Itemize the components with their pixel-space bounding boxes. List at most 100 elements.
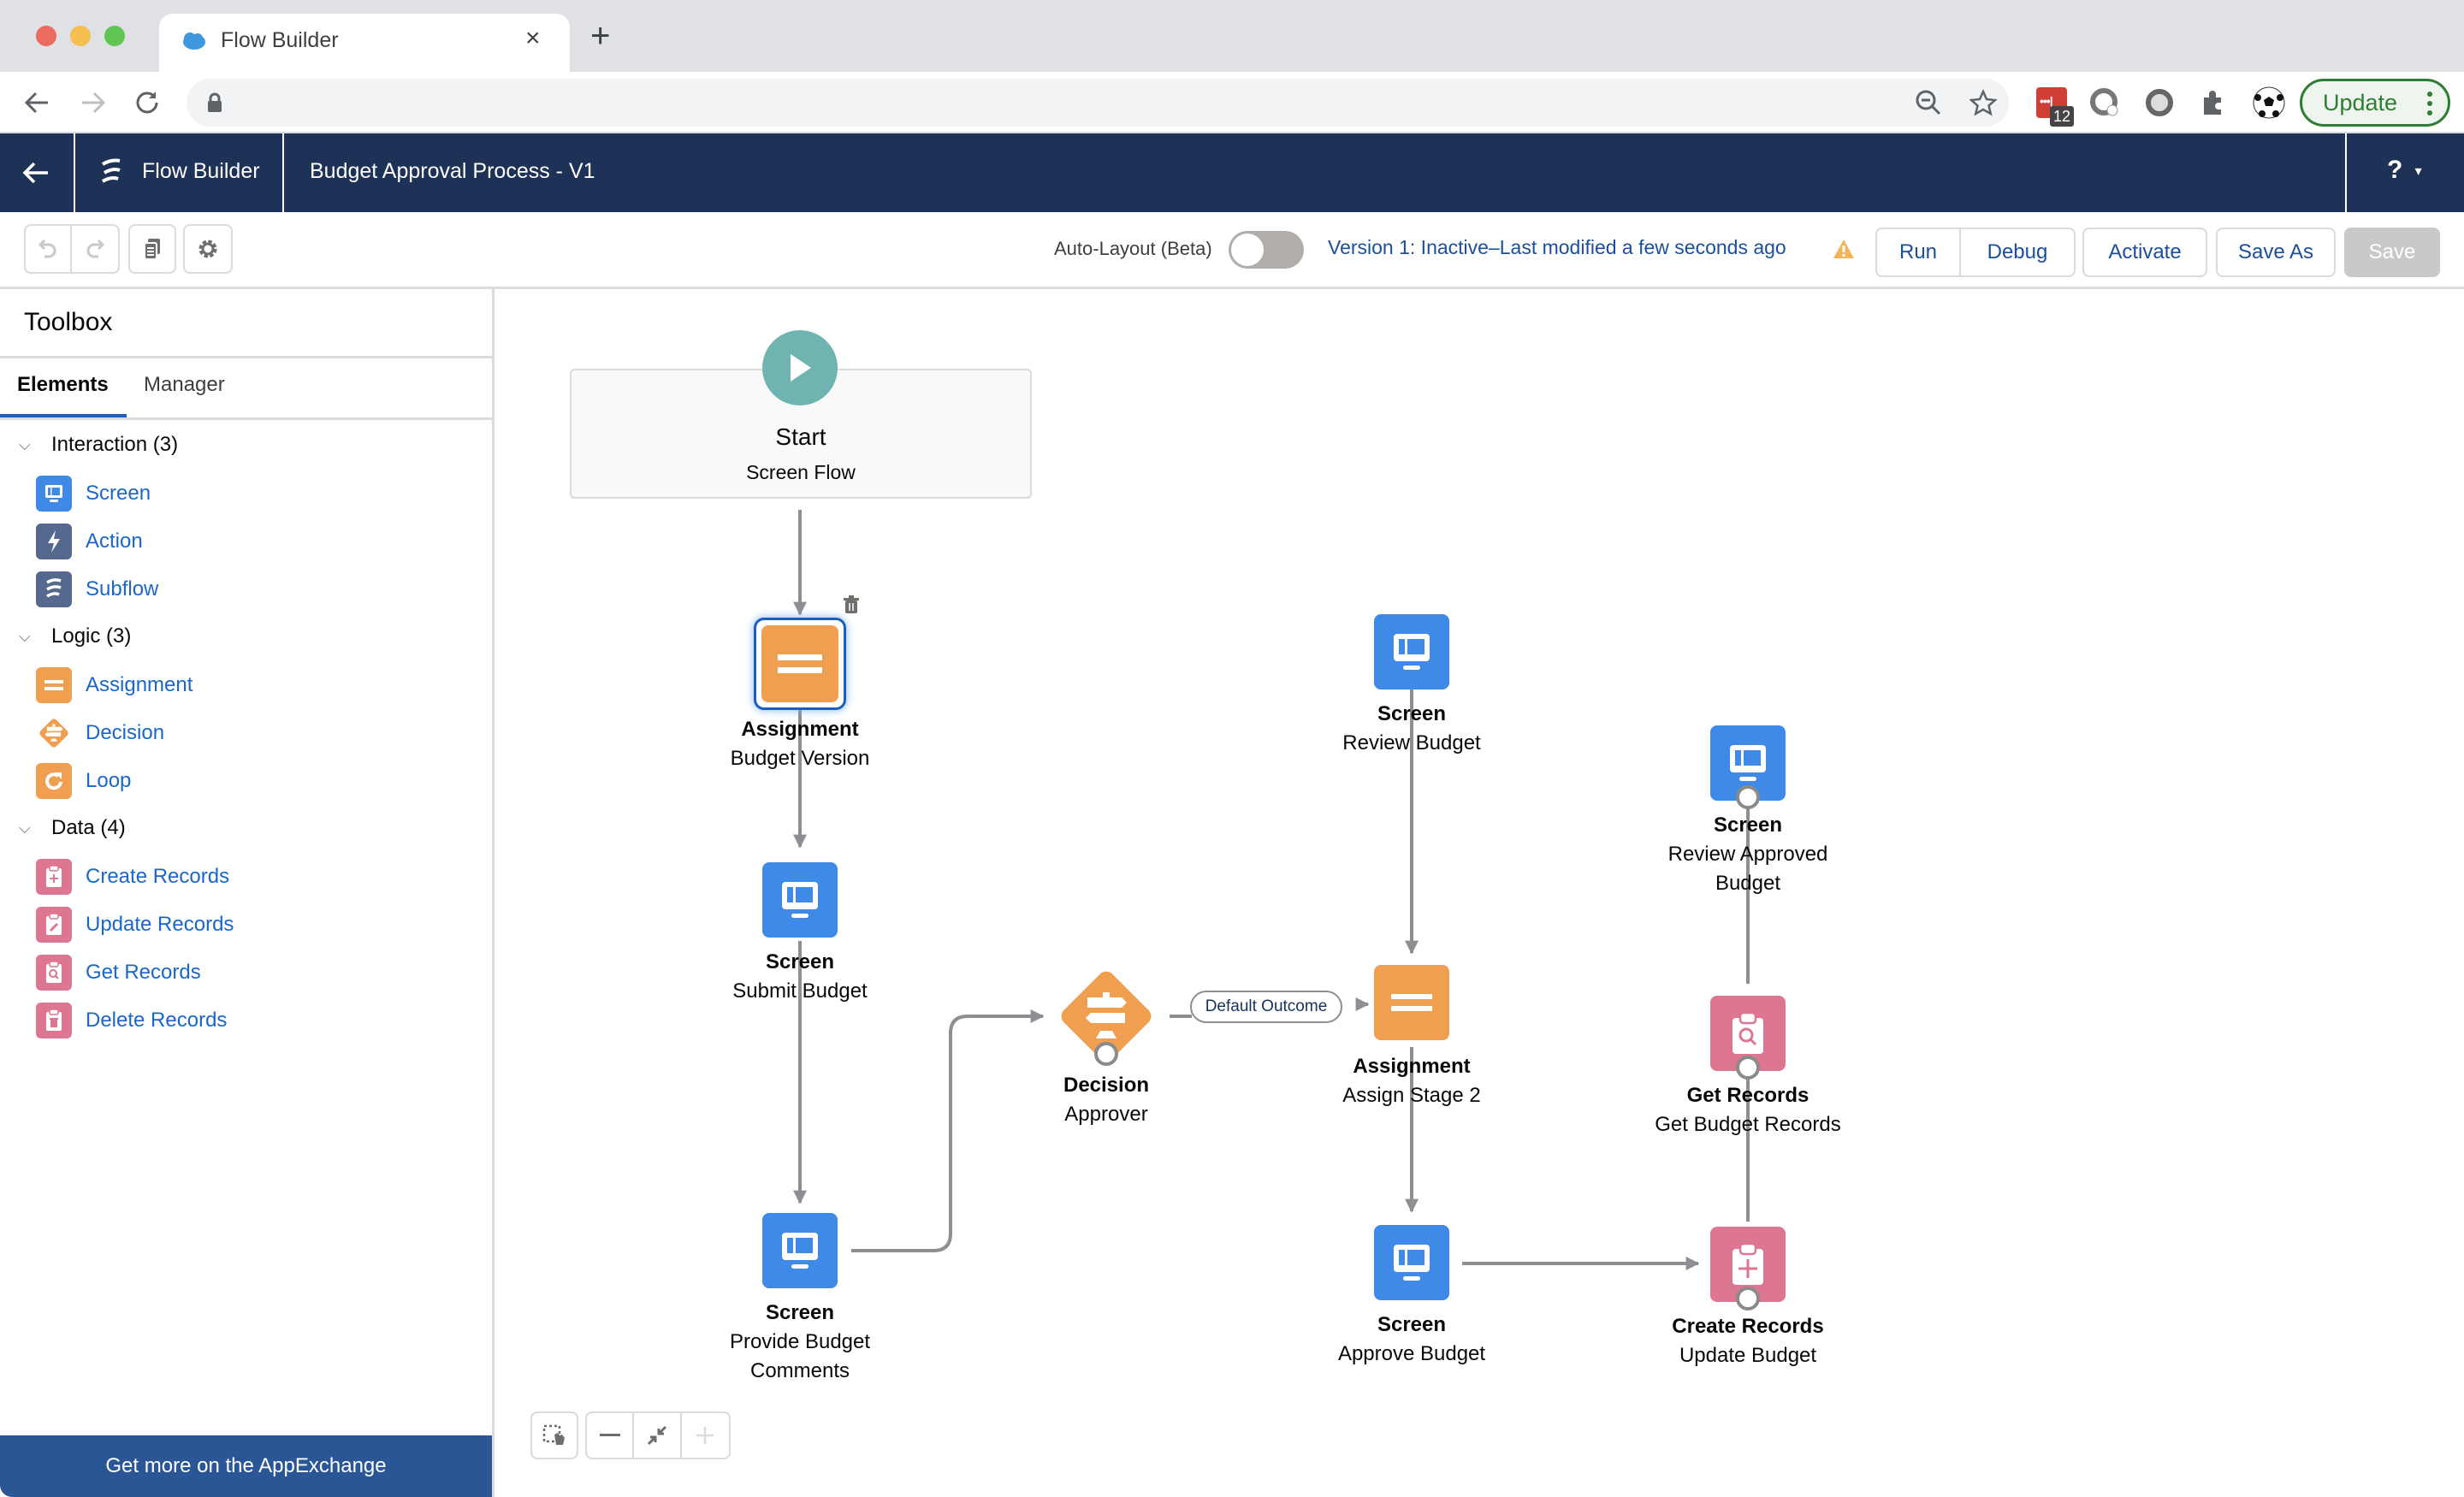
save-as-button[interactable]: Save As	[2216, 228, 2336, 277]
marquee-select-button[interactable]	[530, 1411, 578, 1459]
screen-icon	[1394, 634, 1430, 670]
auto-layout-toggle[interactable]	[1229, 231, 1304, 269]
section-label: Logic (3)	[51, 624, 132, 648]
help-menu-button[interactable]: ? ▾	[2387, 156, 2422, 185]
node-assignment-assign-stage-2[interactable]	[1374, 965, 1449, 1040]
redo-button[interactable]	[72, 226, 118, 272]
record-update-icon	[36, 907, 72, 943]
forward-icon[interactable]	[80, 91, 106, 115]
header-divider	[282, 133, 284, 212]
default-outcome-label[interactable]: Default Outcome	[1190, 991, 1342, 1023]
item-label: Delete Records	[86, 1009, 228, 1032]
fit-to-view-button[interactable]	[634, 1413, 682, 1458]
toolbox-item-update-records[interactable]: Update Records	[36, 907, 234, 943]
divider	[0, 417, 492, 420]
warning-icon[interactable]	[1833, 238, 1855, 260]
extension-circle-icon[interactable]	[2144, 87, 2175, 118]
node-label: Screen Review Budget	[1342, 702, 1481, 754]
start-title: Start	[775, 423, 826, 450]
toolbox-item-get-records[interactable]: Get Records	[36, 955, 201, 991]
run-button[interactable]: Run	[1877, 229, 1961, 275]
extension-ring-icon[interactable]	[2089, 87, 2120, 118]
section-data[interactable]: ⌵ Data (4)	[19, 816, 126, 840]
item-label: Decision	[86, 721, 165, 744]
node-screen-submit-budget[interactable]	[762, 862, 838, 938]
contract-icon	[647, 1425, 667, 1446]
zoom-controls	[585, 1411, 731, 1459]
marquee-select-icon	[532, 1413, 577, 1458]
record-create-icon	[1732, 1242, 1763, 1285]
new-tab-button[interactable]: +	[590, 19, 610, 53]
zoom-out-icon[interactable]	[1915, 89, 1942, 116]
back-arrow-icon[interactable]	[22, 161, 50, 185]
toolbox-item-decision[interactable]: Decision	[36, 715, 164, 751]
trash-icon[interactable]	[843, 595, 860, 614]
screen-icon	[1394, 1245, 1430, 1281]
toolbox-item-loop[interactable]: Loop	[36, 763, 131, 799]
signpost-icon	[36, 715, 72, 751]
undo-button[interactable]	[26, 226, 73, 272]
toolbox-item-action[interactable]: Action	[36, 524, 143, 559]
section-logic[interactable]: ⌵ Logic (3)	[19, 624, 131, 648]
tab-manager[interactable]: Manager	[144, 373, 225, 397]
node-assignment-budget-version[interactable]	[754, 618, 846, 710]
equals-icon	[36, 667, 72, 703]
node-label: Create Records Update Budget	[1672, 1315, 1824, 1367]
reload-icon[interactable]	[133, 89, 161, 116]
back-icon[interactable]	[24, 91, 50, 115]
window-minimize-button[interactable]	[70, 26, 91, 46]
toggle-knob	[1231, 234, 1264, 266]
toolbox-item-create-records[interactable]: Create Records	[36, 859, 229, 895]
tab-close-button[interactable]: ×	[525, 24, 541, 53]
connector-endpoint[interactable]	[1736, 1056, 1760, 1080]
item-label: Action	[86, 530, 143, 553]
zoom-in-button[interactable]	[682, 1413, 729, 1458]
appexchange-button[interactable]: Get more on the AppExchange	[0, 1435, 492, 1497]
flow-properties-button[interactable]	[183, 224, 233, 274]
activate-button[interactable]: Activate	[2082, 228, 2207, 277]
section-label: Interaction (3)	[51, 433, 179, 456]
window-close-button[interactable]	[36, 26, 56, 46]
node-label: Get Records Get Budget Records	[1655, 1084, 1841, 1136]
connector-endpoint[interactable]	[1094, 1042, 1118, 1066]
node-label: Screen Approve Budget	[1337, 1313, 1486, 1365]
flow-icon	[36, 571, 72, 607]
save-button[interactable]: Save	[2344, 228, 2440, 277]
loop-icon	[36, 763, 72, 799]
toolbox-item-delete-records[interactable]: Delete Records	[36, 1003, 227, 1038]
section-interaction[interactable]: ⌵ Interaction (3)	[19, 433, 178, 457]
browser-tab[interactable]: Flow Builder ×	[159, 14, 570, 72]
window-maximize-button[interactable]	[104, 26, 125, 46]
toolbox-title: Toolbox	[24, 308, 113, 336]
extensions-puzzle-icon[interactable]	[2199, 87, 2230, 118]
version-status[interactable]: Version 1: Inactive–Last modified a few …	[1328, 236, 1786, 259]
section-label: Data (4)	[51, 816, 126, 839]
chevron-down-icon: ⌵	[19, 627, 31, 645]
tab-elements[interactable]: Elements	[17, 373, 109, 397]
node-screen-review-budget[interactable]	[1374, 614, 1449, 689]
address-bar[interactable]	[187, 79, 2009, 127]
zoom-out-button[interactable]	[587, 1413, 635, 1458]
connector-endpoint[interactable]	[1736, 785, 1760, 809]
debug-button[interactable]: Debug	[1961, 229, 2074, 275]
copy-button[interactable]	[128, 224, 176, 274]
more-menu-icon[interactable]	[2427, 92, 2432, 120]
node-screen-approve-budget[interactable]	[1374, 1225, 1449, 1300]
run-debug-group: Run Debug	[1875, 228, 2076, 277]
lock-icon	[208, 92, 222, 112]
toolbox-item-assignment[interactable]: Assignment	[36, 667, 192, 703]
redo-icon	[86, 239, 105, 258]
toolbox-item-subflow[interactable]: Subflow	[36, 571, 158, 607]
tab-title: Flow Builder	[221, 28, 339, 52]
flow-canvas[interactable]: Start Screen Flow Assignment Budget Versi…	[497, 289, 2464, 1497]
node-screen-provide-budget-comments[interactable]	[762, 1213, 838, 1288]
chrome-update-button[interactable]: Update	[2300, 79, 2450, 127]
profile-avatar-icon[interactable]	[2252, 86, 2286, 120]
connector-endpoint[interactable]	[1736, 1287, 1760, 1311]
bookmark-star-icon[interactable]	[1969, 89, 1997, 116]
help-icon: ?	[2387, 156, 2403, 184]
item-label: Screen	[86, 482, 151, 505]
lastpass-extension-icon[interactable]: •••| 12	[2036, 87, 2074, 127]
update-label: Update	[2323, 89, 2398, 115]
toolbox-item-screen[interactable]: Screen	[36, 476, 151, 512]
